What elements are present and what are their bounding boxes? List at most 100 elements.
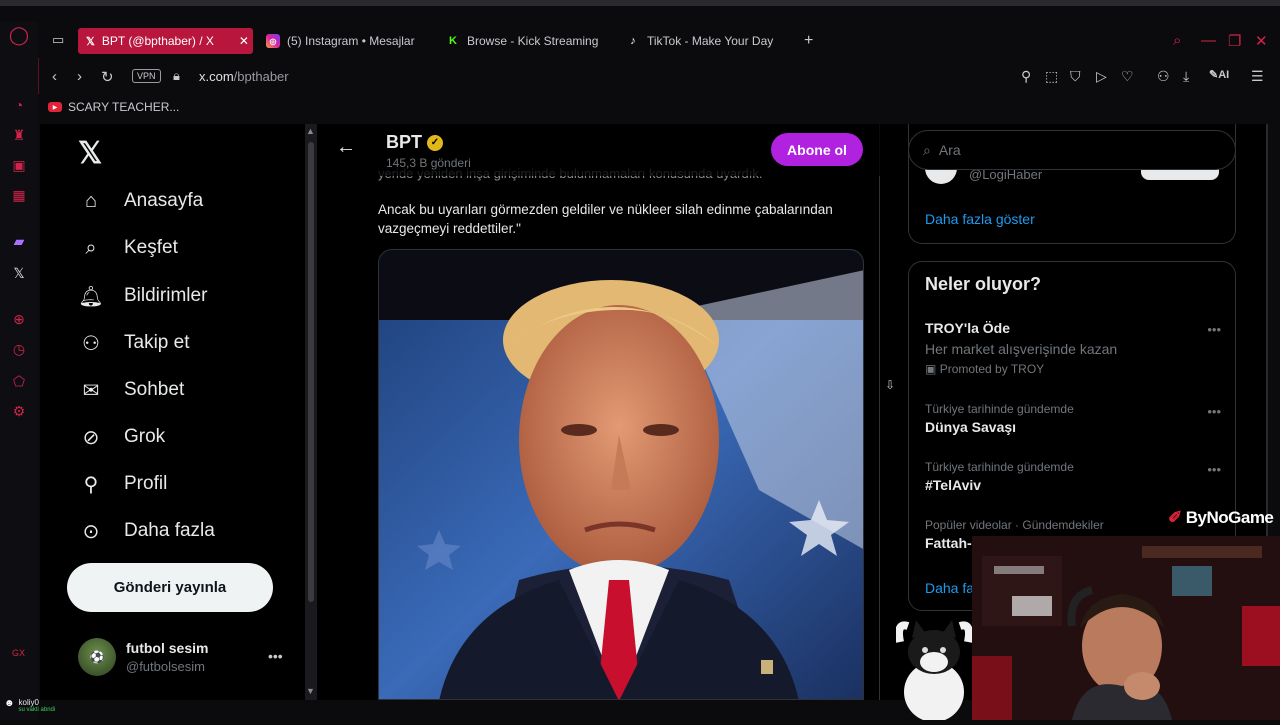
sidebar-item-grok[interactable]: ⊘ Grok: [78, 424, 166, 450]
gx-control-icon[interactable]: ◔: [10, 96, 28, 114]
opera-sidebar: ◯ ◔ ♜ ▣ ▦ ▰ 𝕏 ⊕ ◷ ⬠ ⚙: [0, 22, 38, 720]
tab-label: Browse - Kick Streaming: [467, 34, 599, 48]
sidebar-item-label: Daha fazla: [124, 520, 215, 541]
notification-text: su vakti abndi: [18, 707, 56, 713]
back-arrow-icon[interactable]: ←: [336, 136, 356, 159]
x-logo-icon[interactable]: 𝕏: [78, 136, 102, 171]
sidebar-item-profile[interactable]: ⚲ Profil: [78, 471, 168, 497]
history-icon[interactable]: ◷: [10, 340, 28, 358]
timeline-column: yeride yeniden inşa girişiminde bulunmam…: [320, 124, 880, 700]
sidebar-item-label: Takip et: [124, 332, 190, 353]
bookmark-scary-teacher[interactable]: ▶ SCARY TEACHER...: [48, 100, 179, 114]
promoted-label: ▣ Promoted by TROY: [925, 362, 1221, 376]
tab-tiktok[interactable]: ♪ TikTok - Make Your Day: [618, 28, 781, 54]
trend-more-icon[interactable]: •••: [1207, 404, 1221, 419]
ai-button[interactable]: ✎AI: [1209, 68, 1229, 81]
tab-label: (5) Instagram • Mesajlar: [287, 34, 415, 48]
sidebar-item-home[interactable]: ⌂ Anasayfa: [78, 188, 203, 214]
profile-name: BPT: [386, 132, 422, 152]
snapshot-icon[interactable]: ⬚: [1045, 68, 1058, 85]
lock-icon[interactable]: 🔒︎: [173, 68, 180, 84]
account-more-icon[interactable]: •••: [268, 648, 283, 664]
gx-corner-icon[interactable]: ▦: [10, 186, 28, 204]
maximize-icon[interactable]: ❐: [1228, 32, 1241, 50]
sidebar-item-label: Grok: [124, 426, 166, 447]
sidebar-item-follow[interactable]: ⚇ Takip et: [78, 330, 189, 356]
shield-icon[interactable]: ⛉: [1070, 68, 1081, 85]
tab-menu-icon[interactable]: ▭: [52, 32, 64, 48]
account-switcher[interactable]: ⚽ futbol sesim @futbolsesim •••: [78, 638, 283, 676]
stream-notification: ☻ koliy0 su vakti abndi: [4, 698, 55, 713]
trend-context: Türkiye tarihinde gündemde: [925, 402, 1074, 416]
sidebar-item-more[interactable]: ⊙ Daha fazla: [78, 518, 215, 544]
pin-icon[interactable]: ⚲: [1021, 68, 1031, 85]
tab-label: BPT (@bpthaber) / X: [101, 34, 214, 48]
close-tab-icon[interactable]: ✕: [239, 34, 249, 48]
back-nav-icon[interactable]: ‹: [52, 68, 57, 85]
tab-instagram[interactable]: ◎ (5) Instagram • Mesajlar: [258, 28, 423, 54]
x-app-icon[interactable]: 𝕏: [10, 264, 28, 282]
reload-icon[interactable]: ↻: [101, 68, 114, 86]
easy-setup-icon[interactable]: ☰: [1251, 68, 1264, 85]
sidebar-item-label: Profil: [124, 473, 168, 494]
show-more-link[interactable]: Daha fazla göster: [925, 211, 1035, 227]
bell-icon: 🔔︎: [78, 285, 104, 308]
search-input[interactable]: ⌕ Ara: [908, 130, 1236, 170]
account-handle: @futbolsesim: [126, 659, 205, 674]
webcam-image: [972, 536, 1280, 720]
close-window-icon[interactable]: ✕: [1255, 32, 1268, 50]
account-icon[interactable]: ⚇: [1157, 68, 1170, 85]
gx-tv-icon[interactable]: ▣: [10, 156, 28, 174]
gx-store-icon[interactable]: ♜: [10, 126, 28, 144]
kick-icon: K: [449, 35, 457, 47]
url-path: /bpthaber: [233, 69, 289, 84]
add-icon[interactable]: ⊕: [10, 310, 28, 328]
opera-logo-icon[interactable]: ◯: [9, 25, 29, 45]
sidebar-item-label: Anasayfa: [124, 190, 204, 211]
sidebar-item-notifications[interactable]: 🔔︎ Bildirimler: [78, 283, 207, 309]
settings-gear-icon[interactable]: ⚙: [10, 402, 28, 420]
scroll-down-icon[interactable]: ▼: [306, 686, 315, 696]
cat-image: [895, 620, 973, 722]
sidebar-item-messages[interactable]: ✉ Sohbet: [78, 377, 185, 403]
stream-brand-logo: ✐ ByNoGame: [1168, 508, 1274, 528]
subscribe-button[interactable]: Abone ol: [771, 133, 863, 166]
scroll-up-icon[interactable]: ▲: [306, 126, 315, 136]
trend-item[interactable]: Türkiye tarihinde gündemde Dünya Savaşı …: [925, 402, 1221, 435]
sidebar-item-label: Sohbet: [124, 379, 185, 400]
sidebar-item-label: Keşfet: [124, 237, 178, 258]
sidebar-scrollbar[interactable]: ▲ ▼: [305, 124, 317, 700]
new-tab-button[interactable]: +: [796, 28, 821, 54]
bookmark-label: SCARY TEACHER...: [68, 100, 180, 114]
trend-item[interactable]: TROY'la Öde Her market alışverişinde kaz…: [925, 320, 1221, 376]
post-image[interactable]: [378, 249, 864, 700]
sidebar-item-explore[interactable]: ⌕ Keşfet: [78, 235, 178, 261]
more-icon: ⊙: [82, 520, 100, 543]
extensions-icon[interactable]: ⬠: [10, 372, 28, 390]
scroll-thumb[interactable]: [308, 142, 314, 602]
trend-more-icon[interactable]: •••: [1207, 462, 1221, 477]
notification-name: koliy0: [18, 698, 39, 707]
tab-kick[interactable]: K Browse - Kick Streaming: [438, 28, 606, 54]
trend-more-icon[interactable]: •••: [1207, 322, 1221, 337]
vpn-badge[interactable]: VPN: [132, 69, 161, 83]
url-field[interactable]: x.com/bpthaber: [199, 69, 289, 84]
trend-item[interactable]: Türkiye tarihinde gündemde #TelAviv •••: [925, 460, 1221, 493]
verified-badge-icon: ✓: [427, 134, 443, 151]
twitch-icon[interactable]: ▰: [10, 232, 28, 250]
forward-nav-icon[interactable]: ›: [77, 68, 82, 85]
search-tabs-icon[interactable]: ⌕: [1173, 32, 1181, 49]
player-icon[interactable]: ▷: [1096, 68, 1107, 85]
cat-sticker: [895, 612, 973, 722]
follow-icon: ⚇: [82, 332, 100, 355]
instagram-icon: ◎: [266, 34, 280, 48]
show-more-trends-link[interactable]: Daha fa: [925, 580, 974, 596]
ai-label: AI: [1218, 69, 1230, 81]
url-host: x.com: [199, 69, 234, 84]
webcam-overlay: [972, 536, 1280, 720]
post-button[interactable]: Gönderi yayınla: [67, 563, 273, 612]
minimize-icon[interactable]: —: [1201, 32, 1216, 49]
tab-x-bpthaber[interactable]: 𝕏 BPT (@bpthaber) / X ✕: [78, 28, 253, 54]
heart-icon[interactable]: ♡: [1121, 68, 1134, 85]
download-icon[interactable]: ⤓: [1183, 68, 1189, 85]
